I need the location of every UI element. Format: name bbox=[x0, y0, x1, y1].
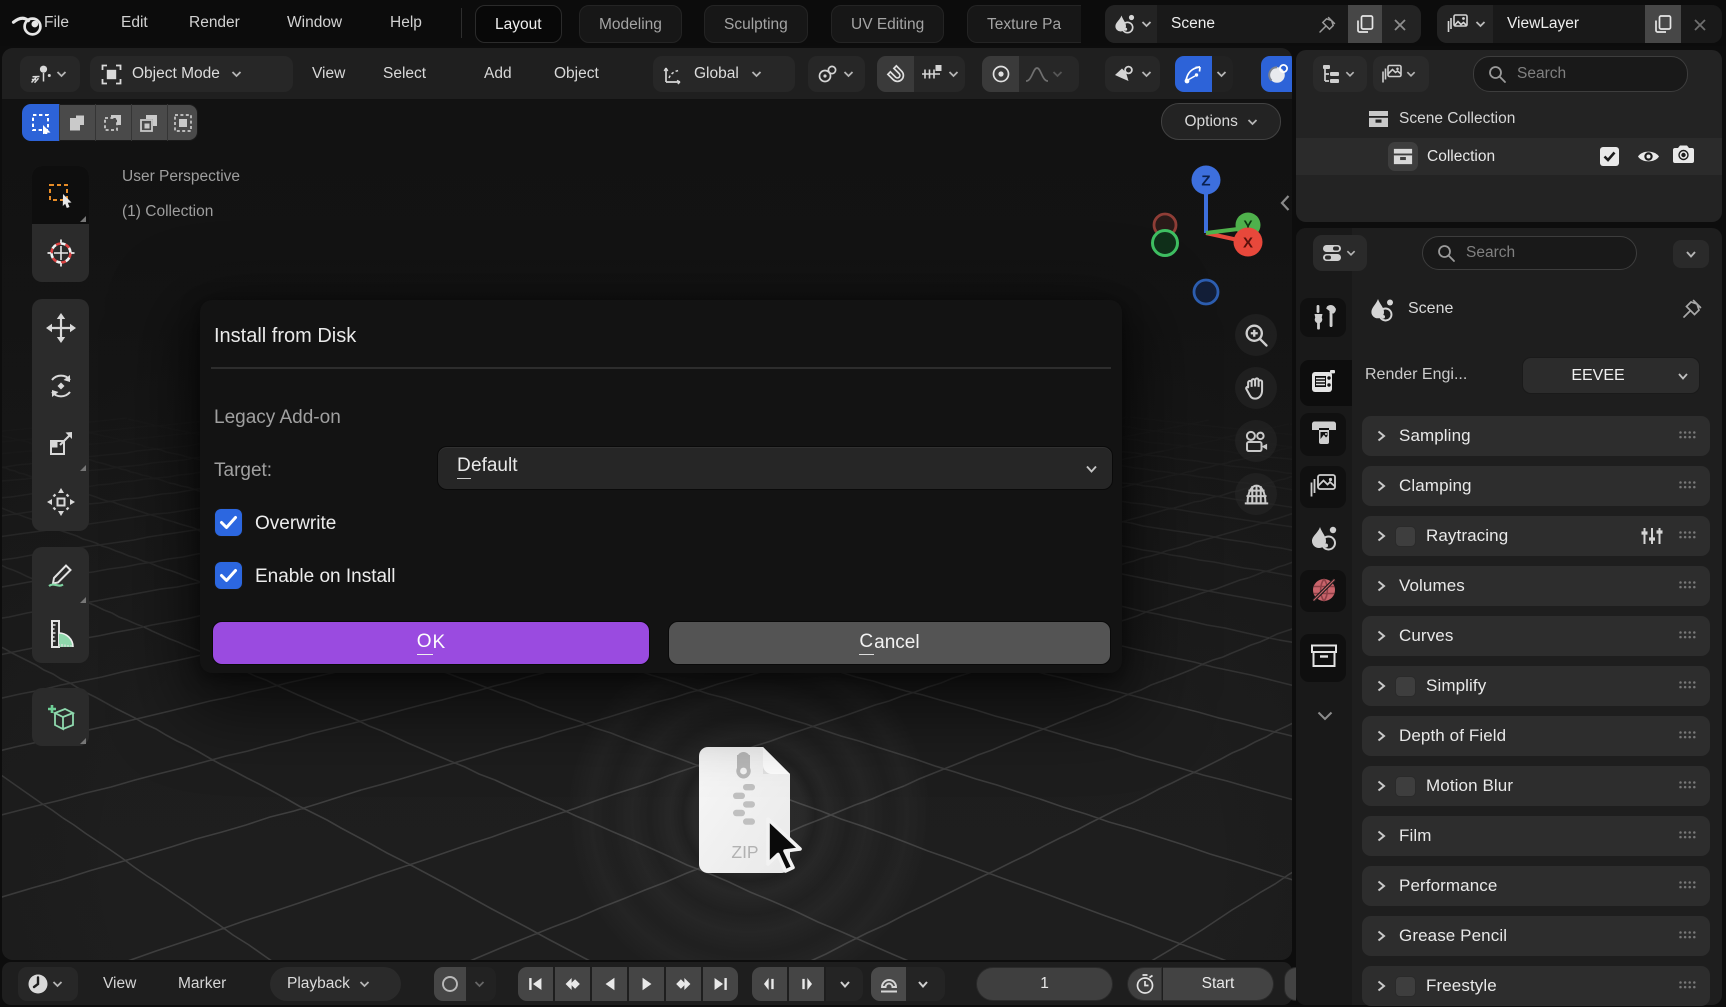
svg-text:Z: Z bbox=[1201, 173, 1210, 190]
svg-text:X: X bbox=[1243, 235, 1253, 252]
svg-text:ZIP: ZIP bbox=[731, 842, 758, 862]
